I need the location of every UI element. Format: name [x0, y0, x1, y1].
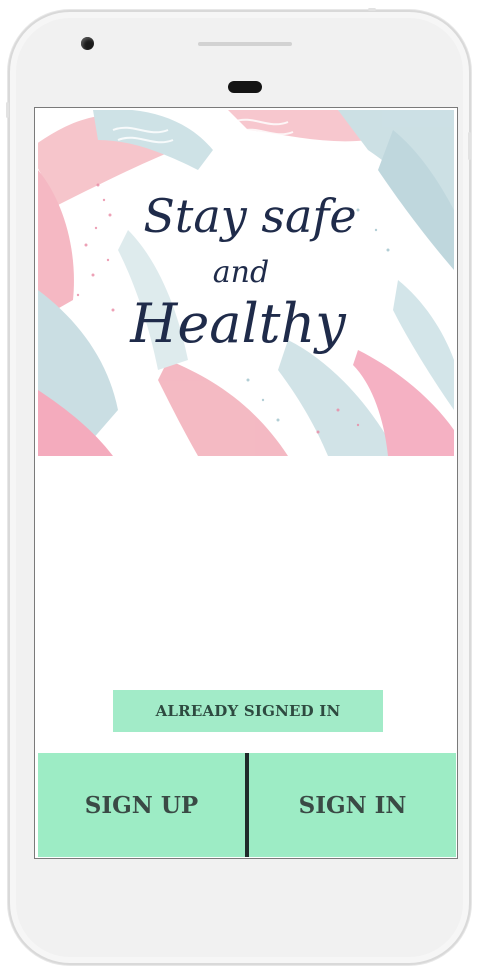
hero-line-3: Healthy: [129, 292, 347, 355]
earpiece-icon: [228, 81, 262, 93]
front-camera-icon: [81, 37, 94, 50]
side-button-right: [468, 132, 471, 160]
sign-up-button[interactable]: SIGN UP: [38, 753, 245, 857]
top-button: [368, 8, 376, 11]
sign-in-button[interactable]: SIGN IN: [249, 753, 456, 857]
hero-line-1: Stay safe: [143, 189, 356, 243]
auth-bar: SIGN UP SIGN IN: [38, 753, 456, 857]
already-signed-in-button[interactable]: ALREADY SIGNED IN: [113, 690, 383, 732]
hero-artwork: Stay safe and Healthy: [38, 110, 454, 456]
side-button-left: [6, 102, 9, 118]
speaker-grille: [198, 42, 292, 46]
hero-line-2: and: [213, 255, 269, 290]
app-screen: Stay safe and Healthy ALREADY SIGNED IN …: [34, 107, 458, 859]
hero-image: Stay safe and Healthy: [38, 110, 454, 456]
